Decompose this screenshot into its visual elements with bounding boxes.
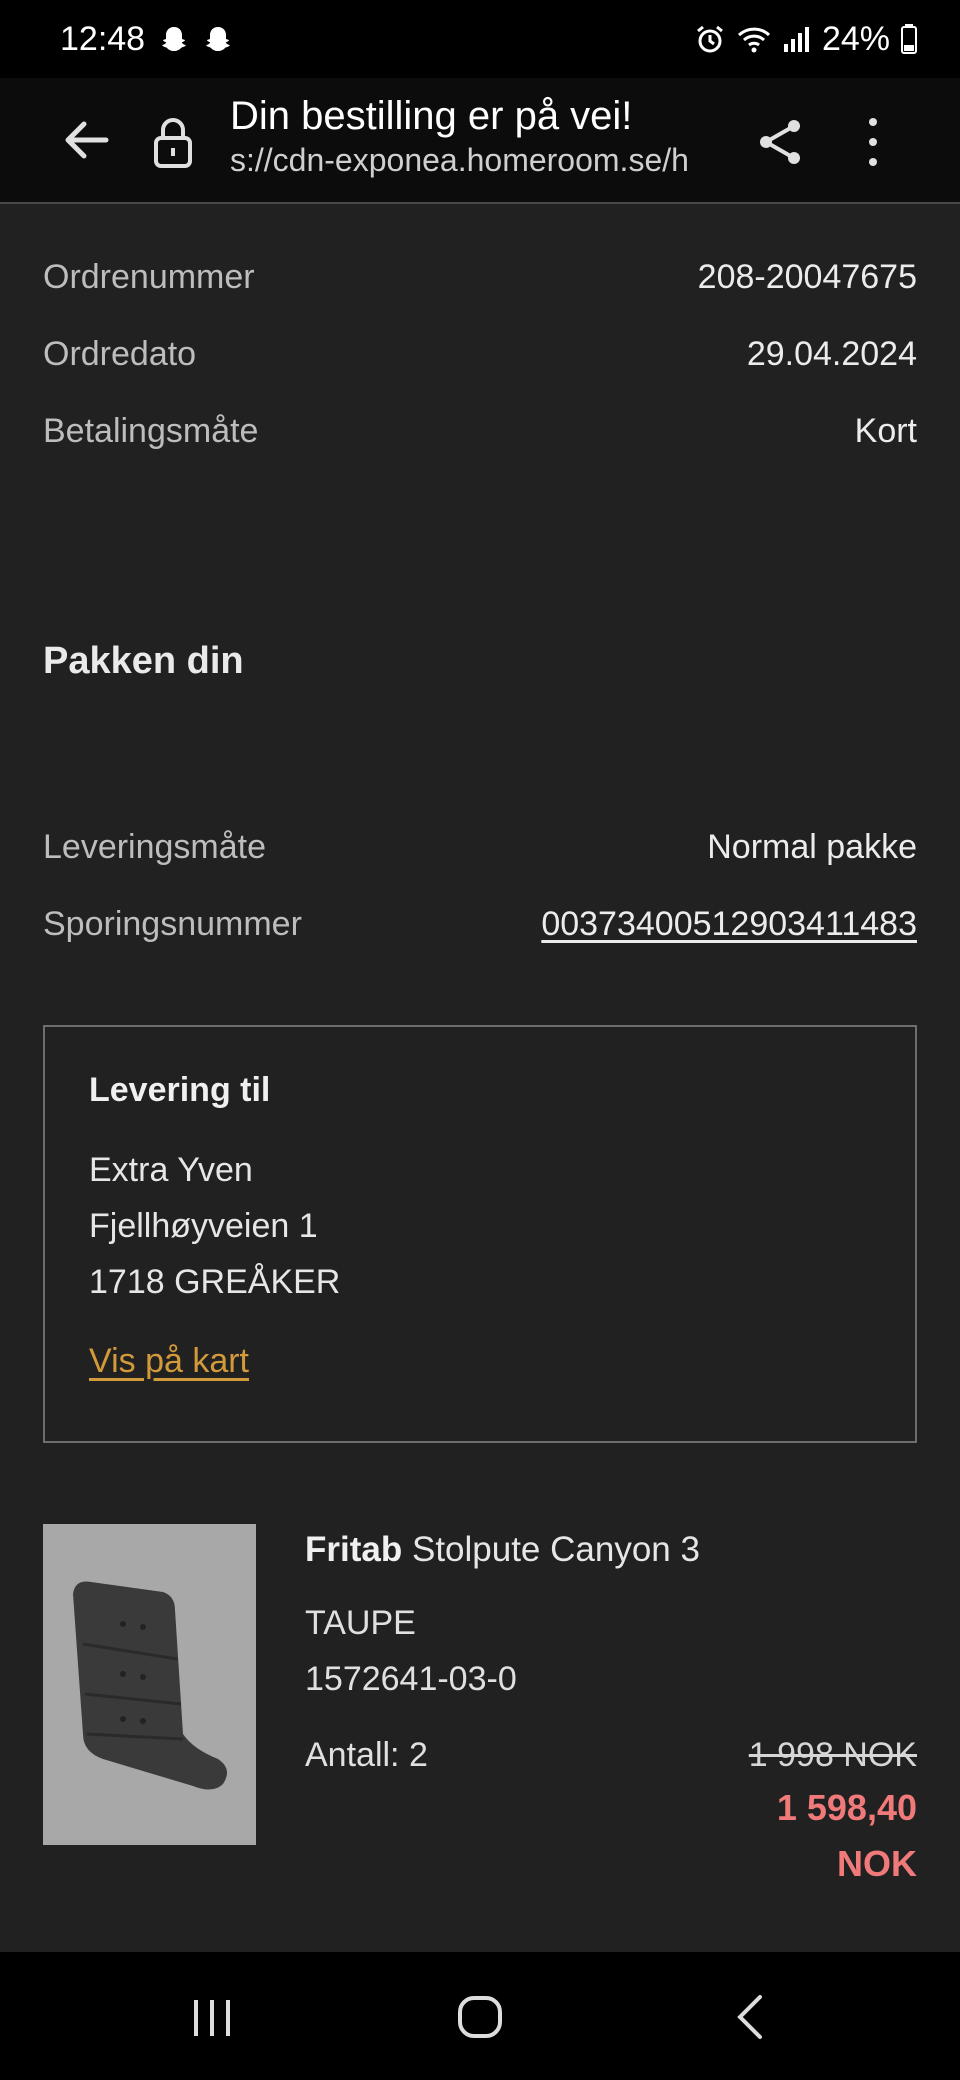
- product-sku: 1572641-03-0: [305, 1660, 517, 1698]
- order-date-value: 29.04.2024: [746, 335, 917, 373]
- back-arrow-icon[interactable]: [58, 112, 114, 168]
- product-title[interactable]: Fritab Stolpute Canyon 3: [305, 1530, 700, 1570]
- status-time: 12:48: [60, 19, 146, 58]
- alarm-icon: [697, 25, 723, 53]
- package-title: Pakken din: [43, 640, 244, 682]
- status-left: 12:48: [60, 20, 233, 59]
- delivery-method-row: Leveringsmåte Normal pakke: [43, 828, 917, 867]
- recipient-name: Extra Yven: [89, 1151, 253, 1189]
- signal-icon: [783, 27, 809, 52]
- order-number-row: Ordrenummer 208-20047675: [43, 258, 917, 297]
- sale-price: 1 598,40 NOK: [776, 1787, 917, 1884]
- street-address: Fjellhøyveien 1: [89, 1207, 318, 1245]
- city-address: 1718 GREÅKER: [89, 1263, 341, 1301]
- delivery-address-box: Levering til Extra Yven Fjellhøyveien 1 …: [43, 1025, 917, 1443]
- order-number-value: 208-20047675: [697, 258, 917, 296]
- product-brand: Fritab: [305, 1530, 403, 1569]
- snapchat-ghost-icon: [206, 27, 231, 51]
- show-on-map-link[interactable]: Vis på kart: [89, 1342, 249, 1381]
- status-right: 24%: [694, 20, 918, 59]
- url-text: s://cdn-exponea.homeroom.se/h: [230, 142, 689, 178]
- delivery-heading: Levering til: [89, 1071, 271, 1109]
- payment-method-label: Betalingsmåte: [43, 412, 259, 450]
- product-quantity: Antall: 2: [305, 1736, 428, 1774]
- wifi-icon: [737, 27, 770, 53]
- delivery-method-value: Normal pakke: [707, 828, 917, 866]
- delivery-method-label: Leveringsmåte: [43, 828, 267, 866]
- address-bar[interactable]: Din bestilling er på vei! s://cdn-expone…: [230, 92, 715, 182]
- battery-percent: 24%: [821, 19, 890, 58]
- tracking-number-link[interactable]: 00373400512903411483: [541, 905, 917, 944]
- order-date-label: Ordredato: [43, 335, 197, 373]
- home-icon[interactable]: [455, 1992, 505, 2042]
- page-title: Din bestilling er på vei!: [230, 94, 633, 138]
- lock-icon[interactable]: [150, 114, 196, 170]
- system-back-icon[interactable]: [730, 1992, 770, 2042]
- order-number-label: Ordrenummer: [43, 258, 255, 296]
- payment-method-value: Kort: [854, 412, 917, 450]
- product-color: TAUPE: [305, 1604, 416, 1642]
- payment-method-row: Betalingsmåte Kort: [43, 412, 917, 451]
- share-icon[interactable]: [752, 114, 808, 170]
- snapchat-ghost-icon: [162, 27, 187, 51]
- system-navigation-bar: [0, 1952, 960, 2080]
- tracking-row: Sporingsnummer 00373400512903411483: [43, 905, 917, 944]
- original-price: 1 998 NOK: [748, 1736, 917, 1774]
- product-name: Stolpute Canyon 3: [411, 1530, 700, 1569]
- browser-toolbar: Din bestilling er på vei! s://cdn-expone…: [0, 78, 960, 204]
- status-bar: 12:48 24%: [0, 0, 960, 78]
- cushion-image: [43, 1524, 256, 1845]
- tracking-label: Sporingsnummer: [43, 905, 302, 943]
- order-date-row: Ordredato 29.04.2024: [43, 335, 917, 374]
- product-image[interactable]: [43, 1524, 256, 1845]
- battery-icon: [901, 24, 917, 54]
- more-vertical-icon[interactable]: [858, 114, 888, 170]
- recent-apps-icon[interactable]: [190, 1996, 234, 2040]
